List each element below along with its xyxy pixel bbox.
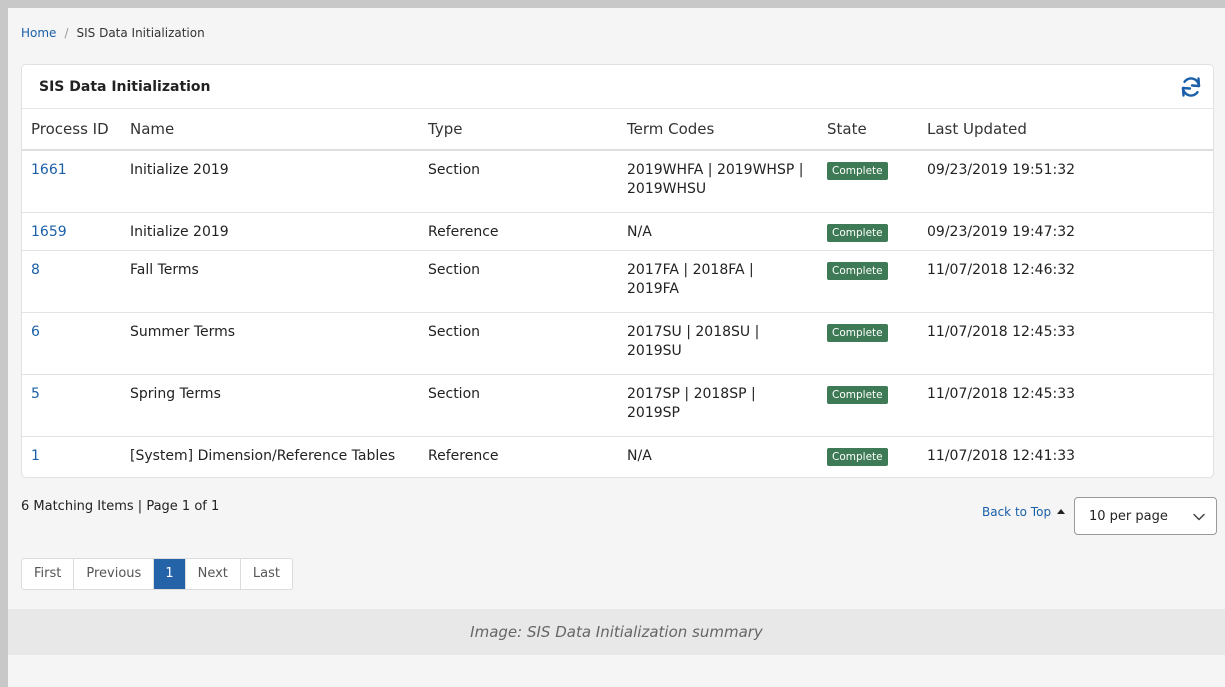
last-updated-cell: 09/23/2019 19:47:32	[918, 212, 1213, 251]
header-state[interactable]: State	[818, 109, 918, 151]
header-type[interactable]: Type	[419, 109, 618, 151]
term-codes-cell: N/A	[618, 212, 818, 251]
table-row: 1661 Initialize 2019 Section 2019WHFA | …	[22, 150, 1213, 213]
process-id-link[interactable]: 1	[31, 448, 40, 464]
header-last-updated[interactable]: Last Updated	[918, 109, 1213, 151]
status-badge: Complete	[827, 385, 888, 404]
term-codes-line: 2019SP	[627, 404, 680, 421]
table-row: 6 Summer Terms Section 2017SU | 2018SU |…	[22, 312, 1213, 375]
table-row: 1 [System] Dimension/Reference Tables Re…	[22, 436, 1213, 474]
previous-page-button[interactable]: Previous	[74, 559, 155, 589]
type-cell: Section	[419, 250, 618, 313]
table-header-row: Process ID Name Type Term Codes State La…	[22, 109, 1213, 151]
image-caption: Image: SIS Data Initialization summary	[470, 623, 763, 641]
table-row: 5 Spring Terms Section 2017SP | 2018SP |…	[22, 374, 1213, 437]
table-row: 1659 Initialize 2019 Reference N/A Compl…	[22, 212, 1213, 251]
pagination: First Previous 1 Next Last	[21, 558, 293, 590]
name-cell: Spring Terms	[121, 374, 419, 437]
name-cell: Initialize 2019	[121, 212, 419, 251]
last-updated-cell: 11/07/2018 12:46:32	[918, 250, 1213, 313]
per-page-select[interactable]: 10 per page	[1074, 497, 1217, 535]
state-cell: Complete	[818, 312, 918, 375]
state-cell: Complete	[818, 436, 918, 474]
process-id-cell: 1661	[22, 150, 121, 213]
term-codes-line: 2019WHSU	[627, 181, 707, 197]
breadcrumb: Home / SIS Data Initialization	[21, 26, 205, 40]
status-badge: Complete	[827, 261, 888, 280]
term-codes-line: 2019FA	[627, 280, 679, 297]
state-cell: Complete	[818, 250, 918, 313]
breadcrumb-separator: /	[64, 26, 69, 40]
table-row: 8 Fall Terms Section 2017FA | 2018FA | 20…	[22, 250, 1213, 313]
process-id-link[interactable]: 5	[31, 386, 40, 402]
image-caption-bar: Image: SIS Data Initialization summary	[8, 609, 1225, 655]
process-id-cell: 5	[22, 374, 121, 437]
status-badge: Complete	[827, 162, 888, 180]
header-name[interactable]: Name	[121, 109, 419, 151]
last-page-button[interactable]: Last	[241, 559, 292, 589]
process-id-cell: 8	[22, 250, 121, 313]
first-page-button[interactable]: First	[22, 559, 75, 589]
term-codes-line: 2017SP | 2018SP |	[627, 385, 756, 402]
name-cell: Summer Terms	[121, 312, 419, 375]
page-content: Home / SIS Data Initialization SIS Data In…	[8, 8, 1225, 687]
caret-up-icon	[1057, 509, 1066, 514]
process-id-link[interactable]: 6	[31, 324, 40, 340]
panel-header: SIS Data Initialization	[22, 65, 1213, 109]
back-to-top-label: Back to Top	[982, 505, 1052, 519]
last-updated-cell: 11/07/2018 12:45:33	[918, 374, 1213, 437]
term-codes-cell: 2017SU | 2018SU | 2019SU	[618, 312, 818, 375]
header-term-codes[interactable]: Term Codes	[618, 109, 818, 151]
matching-items-count: 6 Matching Items | Page 1 of 1	[21, 499, 220, 514]
header-process-id[interactable]: Process ID	[22, 109, 121, 151]
state-cell: Complete	[818, 374, 918, 437]
process-id-link[interactable]: 1661	[31, 162, 67, 178]
process-id-cell: 1659	[22, 212, 121, 251]
process-table: Process ID Name Type Term Codes State La…	[22, 109, 1213, 474]
process-id-link[interactable]: 8	[31, 262, 40, 278]
type-cell: Reference	[428, 447, 499, 464]
term-codes-cell: N/A	[618, 436, 818, 474]
process-id-cell: 6	[22, 312, 121, 375]
term-codes-cell: 2017SP | 2018SP | 2019SP	[618, 374, 818, 437]
name-cell: Fall Terms	[121, 250, 419, 313]
last-updated-cell: 09/23/2019 19:51:32	[918, 150, 1213, 213]
name-cell: [System] Dimension/Reference Tables	[130, 447, 396, 464]
term-codes-line: 2017FA | 2018FA |	[627, 261, 754, 278]
term-codes-line: 2019SU	[627, 342, 682, 359]
per-page-value: 10 per page	[1089, 509, 1168, 524]
status-badge: Complete	[827, 323, 888, 342]
last-updated-cell: 11/07/2018 12:41:33	[927, 447, 1076, 464]
state-cell: Complete	[818, 150, 918, 213]
type-cell: Section	[419, 374, 618, 437]
term-codes-line: N/A	[627, 447, 652, 464]
type-cell: Section	[419, 312, 618, 375]
back-to-top-link[interactable]: Back to Top	[982, 505, 1066, 519]
term-codes-cell: 2019WHFA | 2019WHSP | 2019WHSU	[618, 150, 818, 213]
term-codes-cell: 2017FA | 2018FA | 2019FA	[618, 250, 818, 313]
type-cell: Reference	[419, 212, 618, 251]
status-badge: Complete	[827, 223, 888, 242]
sis-data-panel: SIS Data Initialization Process ID Name …	[21, 64, 1214, 478]
next-page-button[interactable]: Next	[186, 559, 241, 589]
process-id-link[interactable]: 1659	[31, 224, 67, 240]
name-cell: Initialize 2019	[121, 150, 419, 213]
breadcrumb-current: SIS Data Initialization	[76, 26, 205, 40]
current-page-button[interactable]: 1	[154, 559, 186, 589]
refresh-icon[interactable]	[1179, 75, 1203, 99]
term-codes-line: 2017SU | 2018SU |	[627, 323, 760, 340]
last-updated-cell: 11/07/2018 12:45:33	[918, 312, 1213, 375]
type-cell: Section	[419, 150, 618, 213]
state-cell: Complete	[818, 212, 918, 251]
chevron-down-icon	[1193, 513, 1205, 521]
term-codes-line: N/A	[627, 223, 652, 240]
term-codes-line: 2019WHFA | 2019WHSP |	[627, 162, 804, 178]
status-badge: Complete	[827, 447, 888, 466]
process-id-cell: 1	[22, 436, 121, 474]
panel-title: SIS Data Initialization	[39, 79, 211, 95]
breadcrumb-home-link[interactable]: Home	[21, 26, 56, 40]
